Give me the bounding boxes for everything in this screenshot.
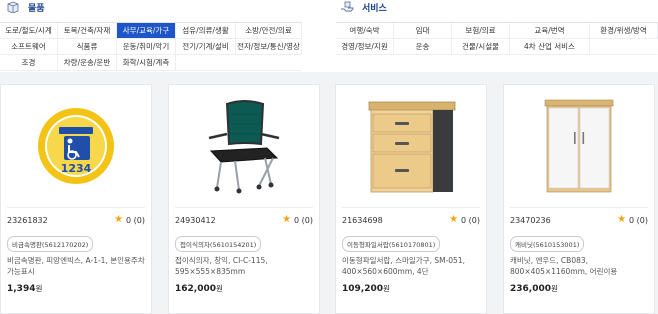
rating: ★ 0 (0) — [282, 215, 313, 225]
product-code: 23470236 — [510, 216, 551, 225]
category-item[interactable]: 화학/시험/계측 — [117, 55, 176, 71]
product-description[interactable]: 캐비닛, 엔우드, CB083, 800×405×1160mm, 어린이용 — [510, 255, 650, 277]
service-section-title: 서비스 — [362, 3, 387, 14]
product-description[interactable]: 비금속명판, 피앙엔빅스, A-1-1, 본인용주차 가능표시 — [7, 255, 147, 277]
rating-value: 0 (0) — [629, 215, 648, 225]
category-item[interactable]: 운동/취미/악기 — [117, 39, 176, 55]
product-price: 236,000원 — [510, 283, 558, 294]
rating-value: 0 (0) — [461, 215, 480, 225]
folding-chair-image — [208, 100, 280, 194]
category-item[interactable]: 섬유/의류/생활 — [176, 23, 236, 39]
rating: ★ 0 (0) — [449, 215, 480, 225]
category-item[interactable]: 건물/시설물 — [452, 39, 510, 55]
category-item[interactable]: 운송 — [394, 39, 452, 55]
price-currency: 원 — [383, 284, 390, 293]
product-card[interactable]: 24930412 ★ 0 (0) 접이식의자(5610154201) 접이식의자… — [168, 84, 320, 314]
plate-number: 1234 — [61, 162, 92, 175]
category-item[interactable]: 소방/안전/의료 — [236, 23, 302, 39]
category-item[interactable]: 식품류 — [58, 39, 117, 55]
category-item[interactable]: 도로/철도/시계 — [0, 23, 58, 39]
category-item[interactable]: 교육/번역 — [510, 23, 590, 39]
product-card[interactable]: 1234 23261832 ★ 0 (0) 비금속명판(5612170202) … — [0, 84, 152, 314]
price-currency: 원 — [551, 284, 558, 293]
category-item[interactable]: 임대 — [394, 23, 452, 39]
product-price: 1,394원 — [7, 283, 42, 294]
product-price: 162,000원 — [175, 283, 223, 294]
parking-sign-image: 1234 — [38, 108, 114, 184]
category-item[interactable]: 보험/의료 — [452, 23, 510, 39]
product-description[interactable]: 이동형파일서랍, 스마일가구, SM-051, 400×560×600mm, 4… — [342, 255, 482, 277]
empty-cell — [176, 55, 236, 71]
category-item[interactable]: 경영/정보/지원 — [336, 39, 394, 55]
price-currency: 원 — [35, 284, 43, 293]
product-description[interactable]: 접이식의자, 창익, CI-C-115, 595×555×835mm — [175, 255, 315, 277]
product-image[interactable] — [336, 85, 486, 207]
price-amount: 109,200 — [342, 284, 383, 294]
price-currency: 원 — [216, 284, 223, 293]
price-amount: 162,000 — [175, 284, 216, 294]
file-drawer-image — [368, 101, 456, 193]
empty-cell — [236, 55, 302, 71]
category-item[interactable]: 차량/운송/운반 — [58, 55, 117, 71]
star-icon: ★ — [617, 214, 627, 225]
category-tag[interactable]: 비금속명판(5612170202) — [7, 236, 94, 252]
product-code: 23261832 — [7, 216, 48, 225]
product-code: 21634698 — [342, 216, 383, 225]
product-section-header: 물품 — [6, 0, 45, 14]
service-category-grid: 여행/숙박 임대 보험/의료 교육/번역 환경/위생/방역 경영/정보/지원 운… — [336, 22, 658, 55]
category-item[interactable]: 4차 산업 서비스 — [510, 39, 590, 55]
star-icon: ★ — [114, 214, 124, 225]
star-icon: ★ — [449, 214, 459, 225]
star-icon: ★ — [282, 214, 292, 225]
empty-cell — [590, 39, 658, 55]
category-item[interactable]: 조경 — [0, 55, 58, 71]
box-icon — [7, 1, 19, 13]
category-item[interactable]: 전자/정보/통신/영상 — [236, 39, 302, 55]
category-item-selected[interactable]: 사무/교육/가구 — [117, 23, 176, 39]
rating: ★ 0 (0) — [114, 215, 145, 225]
category-tag[interactable]: 접이식의자(5610154201) — [175, 236, 262, 252]
category-item[interactable]: 소프트웨어 — [0, 39, 58, 55]
cabinet-image — [544, 99, 614, 193]
service-hand-icon — [341, 1, 354, 12]
product-category-grid: 도로/철도/시계 토목/건축/자재 사무/교육/가구 섬유/의류/생활 소방/안… — [0, 22, 302, 71]
category-panel: 물품 서비스 도로/철도/시계 토목/건축/자재 사무/교육/가구 섬유/의류/… — [0, 0, 658, 72]
product-code: 24930412 — [175, 216, 216, 225]
category-tag[interactable]: 캐비닛(5610153001) — [510, 236, 585, 252]
price-amount: 236,000 — [510, 284, 551, 294]
product-card[interactable]: 21634698 ★ 0 (0) 이동형파일서랍(5610170801) 이동형… — [335, 84, 487, 314]
category-item[interactable]: 토목/건축/자재 — [58, 23, 117, 39]
product-image[interactable] — [169, 85, 319, 207]
category-item[interactable]: 여행/숙박 — [336, 23, 394, 39]
category-tag[interactable]: 이동형파일서랍(5610170801) — [342, 236, 441, 252]
category-item[interactable]: 환경/위생/방역 — [590, 23, 658, 39]
rating-value: 0 (0) — [294, 215, 313, 225]
product-card[interactable]: 23470236 ★ 0 (0) 캐비닛(5610153001) 캐비닛, 엔우… — [503, 84, 655, 314]
rating-value: 0 (0) — [126, 215, 145, 225]
product-section-title: 물품 — [28, 3, 45, 14]
product-image[interactable]: 1234 — [1, 85, 151, 207]
service-section-header: 서비스 — [340, 0, 387, 14]
category-item[interactable]: 전기/기계/설비 — [176, 39, 236, 55]
rating: ★ 0 (0) — [617, 215, 648, 225]
product-price: 109,200원 — [342, 283, 390, 294]
product-image[interactable] — [504, 85, 654, 207]
price-amount: 1,394 — [7, 284, 36, 294]
